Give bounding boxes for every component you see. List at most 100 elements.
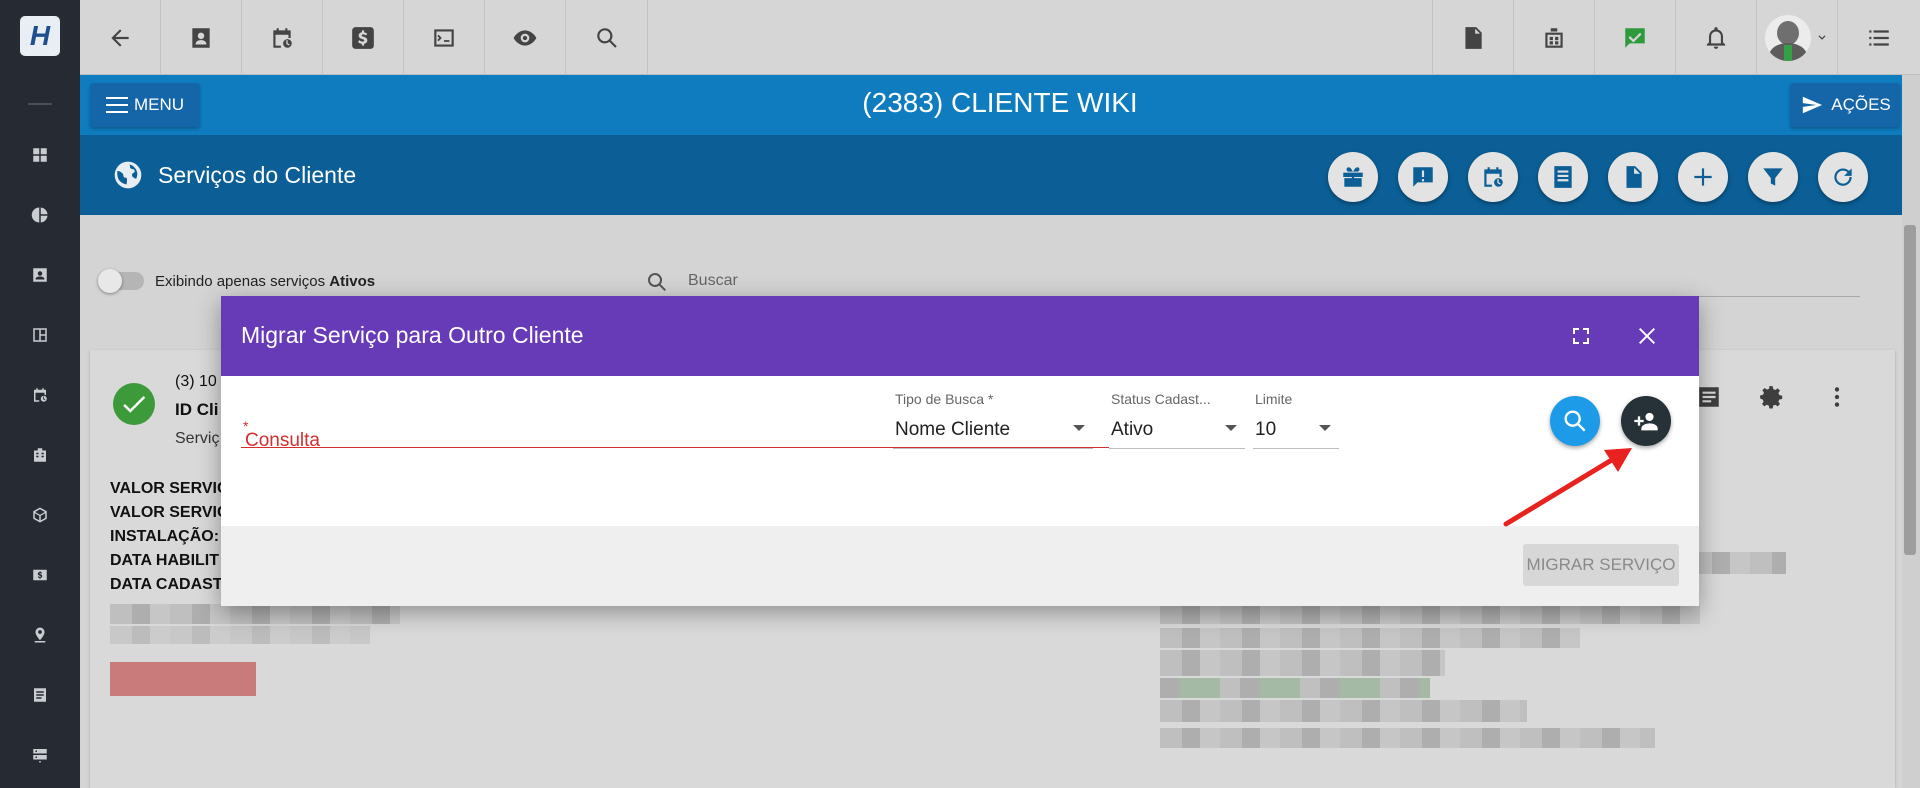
list-icon [1869, 29, 1889, 46]
annotation-arrow-icon [1503, 448, 1632, 527]
dashboard-icon[interactable] [30, 145, 50, 165]
limite-label: Limite [1255, 391, 1293, 407]
client-title: (2383) CLIENTE WIKI [862, 87, 1138, 118]
back-button[interactable] [80, 0, 161, 75]
board-icon[interactable] [30, 325, 50, 345]
plus-icon [1694, 168, 1712, 186]
tipo-busca-value: Nome Cliente [895, 419, 1011, 440]
add-client-button[interactable] [1621, 396, 1671, 446]
chevron-down-icon [1073, 425, 1085, 431]
chevron-down-icon [1818, 34, 1826, 40]
back-arrow-icon [111, 28, 129, 47]
filter-button[interactable] [1748, 152, 1798, 202]
globe-icon [114, 161, 142, 189]
gift-icon [1343, 167, 1363, 187]
toggle-label: Exibindo apenas serviços Ativos [155, 273, 376, 290]
service-search-input[interactable]: Buscar [688, 272, 738, 290]
close-button[interactable] [1631, 320, 1663, 352]
status-cadastro-value: Ativo [1111, 419, 1154, 440]
eye-icon [513, 29, 537, 46]
alert-button[interactable] [1398, 152, 1448, 202]
view-button[interactable] [485, 0, 566, 75]
redacted-badge [110, 662, 256, 696]
fullscreen-button[interactable] [1565, 320, 1597, 352]
receipt-icon [1554, 166, 1572, 188]
calendar-clock-icon [1484, 167, 1503, 187]
refresh-icon [1834, 168, 1852, 186]
document-list-icon[interactable] [30, 685, 50, 705]
user-menu-button[interactable] [1756, 0, 1837, 75]
chevron-down-icon [1225, 425, 1237, 431]
terminal-icon [434, 28, 454, 47]
gift-button[interactable] [1328, 152, 1378, 202]
alert-icon [1413, 167, 1433, 187]
dialog-title: Migrar Serviço para Outro Cliente [241, 322, 584, 348]
schedule-action-button[interactable] [1468, 152, 1518, 202]
search-clients-button[interactable] [1550, 396, 1600, 446]
dialog-footer: MIGRAR SERVIÇO [221, 526, 1699, 606]
redacted-text [1690, 552, 1786, 574]
contacts-button[interactable] [161, 0, 242, 75]
notifications-button[interactable] [1675, 0, 1756, 75]
finance-button[interactable] [323, 0, 404, 75]
field-label: VALOR SERVIC [110, 480, 229, 497]
box-icon[interactable] [30, 505, 50, 525]
pdf-button[interactable] [1432, 0, 1513, 75]
search-button[interactable] [566, 0, 648, 75]
calendar-clock-icon [273, 27, 292, 48]
card-notes-icon[interactable] [1696, 384, 1722, 410]
client-id-label: ID Cli [175, 400, 219, 419]
contact-card-icon[interactable] [30, 265, 50, 285]
schedule-button[interactable] [242, 0, 323, 75]
status-cadastro-select[interactable]: Status Cadast... Ativo [1109, 391, 1245, 449]
contact-card-icon [192, 27, 210, 48]
limite-select[interactable]: Limite 10 [1253, 391, 1339, 449]
app-logo[interactable]: H [20, 16, 60, 56]
terminal-button[interactable] [404, 0, 485, 75]
consulta-label: Consulta * [243, 418, 320, 451]
add-person-icon [1634, 412, 1658, 431]
gear-icon[interactable] [1758, 384, 1784, 410]
more-vertical-icon[interactable] [1824, 384, 1850, 410]
tipo-busca-select[interactable]: Tipo de Busca * Nome Cliente [893, 391, 1093, 449]
map-pin-icon[interactable] [30, 625, 50, 645]
scrollbar[interactable] [1902, 75, 1920, 788]
money-icon[interactable] [30, 565, 50, 585]
search-icon [1564, 410, 1586, 432]
fullscreen-icon [1573, 328, 1589, 344]
scrollbar-thumb[interactable] [1904, 225, 1916, 555]
user-avatar-icon [1765, 14, 1811, 61]
refresh-button[interactable] [1818, 152, 1868, 202]
pie-chart-icon[interactable] [30, 205, 50, 225]
server-icon[interactable] [30, 745, 50, 765]
dialog-header: Migrar Serviço para Outro Cliente [221, 296, 1699, 376]
messages-button[interactable] [1594, 0, 1675, 75]
company-button[interactable] [1513, 0, 1594, 75]
search-icon [648, 273, 666, 291]
field-label: DATA CADAST [110, 576, 223, 593]
redacted-text [1160, 650, 1445, 676]
actions-label: AÇÕES [1831, 95, 1891, 114]
building-icon [1545, 27, 1563, 48]
calendar-clock-icon[interactable] [30, 385, 50, 405]
file-icon [1626, 166, 1642, 188]
redacted-text [1160, 604, 1700, 624]
list-menu-button[interactable] [1837, 0, 1920, 75]
redacted-text [1160, 678, 1430, 698]
document-button[interactable] [1608, 152, 1658, 202]
redacted-text [1160, 628, 1580, 648]
receipt-button[interactable] [1538, 152, 1588, 202]
rail-divider [28, 103, 52, 105]
building-icon[interactable] [30, 445, 50, 465]
section-title: Serviços do Cliente [158, 162, 357, 188]
dollar-icon [352, 26, 374, 49]
title-bar: MENU (2383) CLIENTE WIKI AÇÕES [80, 75, 1920, 135]
active-services-toggle[interactable] [98, 269, 144, 293]
tipo-busca-label: Tipo de Busca * [895, 391, 994, 407]
migrate-service-button[interactable]: MIGRAR SERVIÇO [1523, 544, 1679, 586]
add-service-button[interactable] [1678, 152, 1728, 202]
service-id: (3) 10 [175, 373, 217, 390]
actions-button[interactable]: AÇÕES [1790, 83, 1900, 127]
service-label: Serviç [175, 430, 220, 447]
checked-chat-icon [1625, 27, 1645, 48]
